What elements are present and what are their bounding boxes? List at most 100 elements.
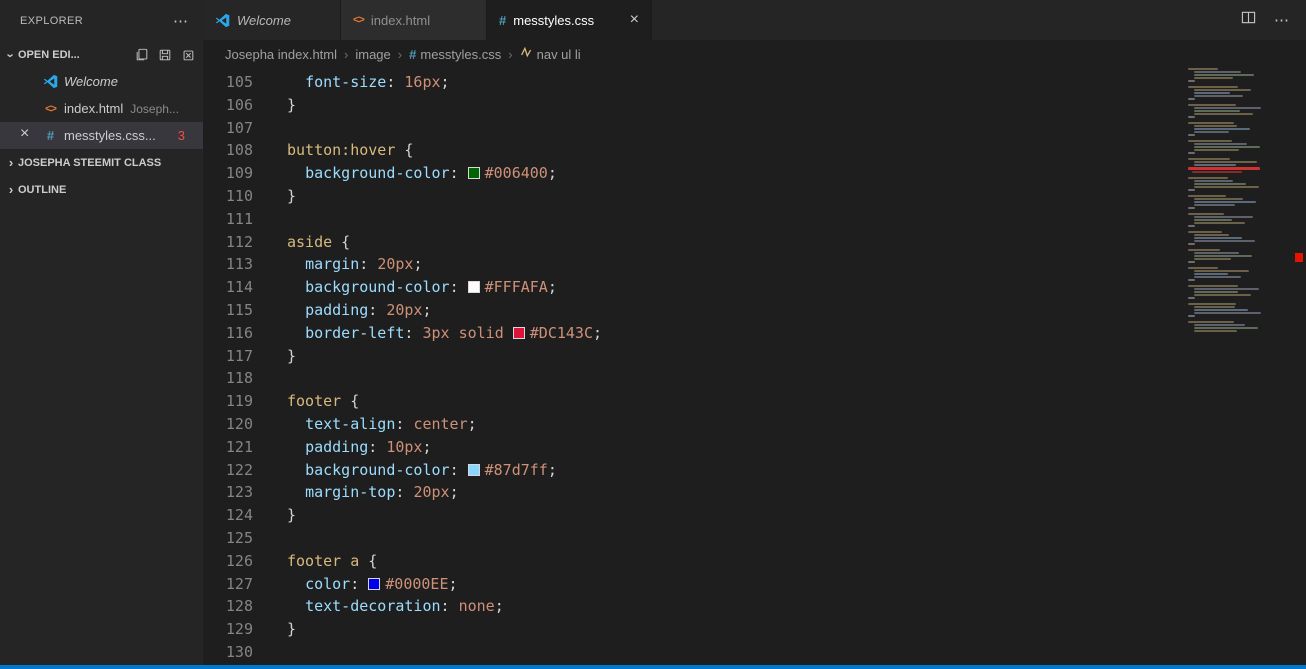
- line-number[interactable]: 105: [203, 71, 253, 94]
- code-line-114[interactable]: 114 background-color: #FFFAFA;: [203, 276, 1306, 299]
- code-text[interactable]: [253, 527, 287, 550]
- code-line-126[interactable]: 126 footer a {: [203, 550, 1306, 573]
- code-text[interactable]: }: [253, 345, 296, 368]
- breadcrumb-item-image[interactable]: image: [355, 47, 390, 62]
- code-text[interactable]: padding: 20px;: [253, 299, 431, 322]
- save-all-icon[interactable]: [158, 48, 172, 62]
- color-swatch[interactable]: [512, 326, 525, 339]
- breadcrumb-item-file[interactable]: # messtyles.css: [409, 47, 501, 62]
- line-number[interactable]: 116: [203, 322, 253, 345]
- more-actions-icon[interactable]: ⋯: [1274, 11, 1290, 29]
- code-line-119[interactable]: 119 footer {: [203, 390, 1306, 413]
- line-number[interactable]: 109: [203, 162, 253, 185]
- code-text[interactable]: padding: 10px;: [253, 436, 431, 459]
- line-number[interactable]: 115: [203, 299, 253, 322]
- code-text[interactable]: background-color: #87d7ff;: [253, 459, 557, 482]
- code-line-113[interactable]: 113 margin: 20px;: [203, 253, 1306, 276]
- minimap[interactable]: [1188, 68, 1262, 333]
- code-line-128[interactable]: 128 text-decoration: none;: [203, 595, 1306, 618]
- code-line-115[interactable]: 115 padding: 20px;: [203, 299, 1306, 322]
- code-line-120[interactable]: 120 text-align: center;: [203, 413, 1306, 436]
- sidebar-section-folder[interactable]: › JOSEPHA STEEMIT CLASS: [0, 149, 203, 176]
- code-editor[interactable]: 105 font-size: 16px; 106} 107 108 button:hov…: [203, 68, 1306, 665]
- code-line-127[interactable]: 127 color: #0000EE;: [203, 573, 1306, 596]
- new-untitled-file-icon[interactable]: [135, 48, 149, 62]
- code-text[interactable]: }: [253, 618, 296, 641]
- breadcrumb-item-folder[interactable]: Josepha index.html: [225, 47, 337, 62]
- line-number[interactable]: 113: [203, 253, 253, 276]
- line-number[interactable]: 111: [203, 208, 253, 231]
- line-number[interactable]: 112: [203, 231, 253, 254]
- explorer-more-actions-icon[interactable]: ⋯: [173, 12, 189, 30]
- tab-welcome[interactable]: Welcome: [203, 0, 341, 40]
- code-line-107[interactable]: 107: [203, 117, 1306, 140]
- line-number[interactable]: 118: [203, 367, 253, 390]
- code-text[interactable]: margin-top: 20px;: [253, 481, 459, 504]
- color-swatch[interactable]: [368, 577, 381, 590]
- code-text[interactable]: aside {: [253, 231, 350, 254]
- code-text[interactable]: button:hover {: [253, 139, 413, 162]
- close-all-editors-icon[interactable]: [181, 48, 195, 62]
- tab-messtyles-css-active[interactable]: # messtyles.css ×: [487, 0, 652, 40]
- open-editors-header[interactable]: › OPEN EDI...: [0, 42, 203, 68]
- line-number[interactable]: 110: [203, 185, 253, 208]
- overview-ruler-error-marker[interactable]: [1295, 253, 1303, 262]
- line-number[interactable]: 106: [203, 94, 253, 117]
- code-text[interactable]: text-align: center;: [253, 413, 477, 436]
- line-number[interactable]: 119: [203, 390, 253, 413]
- code-text[interactable]: font-size: 16px;: [253, 71, 450, 94]
- line-number[interactable]: 130: [203, 641, 253, 664]
- code-line-116[interactable]: 116 border-left: 3px solid #DC143C;: [203, 322, 1306, 345]
- code-text[interactable]: color: #0000EE;: [253, 573, 457, 596]
- code-text[interactable]: [253, 641, 287, 664]
- code-line-129[interactable]: 129}: [203, 618, 1306, 641]
- code-text[interactable]: [253, 117, 287, 140]
- line-number[interactable]: 127: [203, 573, 253, 596]
- sidebar-section-outline[interactable]: › OUTLINE: [0, 176, 203, 203]
- split-editor-icon[interactable]: [1241, 10, 1256, 30]
- code-text[interactable]: }: [253, 94, 296, 117]
- code-line-109[interactable]: 109 background-color: #006400;: [203, 162, 1306, 185]
- code-text[interactable]: text-decoration: none;: [253, 595, 504, 618]
- code-text[interactable]: [253, 208, 287, 231]
- line-number[interactable]: 124: [203, 504, 253, 527]
- code-line-124[interactable]: 124}: [203, 504, 1306, 527]
- code-text[interactable]: }: [253, 185, 296, 208]
- open-editor-item-messtyles-css[interactable]: × # messtyles.css... 3: [0, 122, 203, 149]
- code-text[interactable]: [253, 367, 287, 390]
- code-text[interactable]: border-left: 3px solid #DC143C;: [253, 322, 602, 345]
- line-number[interactable]: 129: [203, 618, 253, 641]
- tab-index-html[interactable]: <> index.html: [341, 0, 487, 40]
- open-editor-item-index-html[interactable]: <> index.html Joseph...: [0, 95, 203, 122]
- color-swatch[interactable]: [467, 167, 480, 180]
- code-line-125[interactable]: 125: [203, 527, 1306, 550]
- line-number[interactable]: 125: [203, 527, 253, 550]
- open-editor-item-welcome[interactable]: Welcome: [0, 68, 203, 95]
- code-text[interactable]: background-color: #FFFAFA;: [253, 276, 557, 299]
- line-number[interactable]: 126: [203, 550, 253, 573]
- breadcrumb-item-symbol[interactable]: nav ul li: [520, 46, 581, 62]
- code-text[interactable]: footer a {: [253, 550, 377, 573]
- code-text[interactable]: background-color: #006400;: [253, 162, 557, 185]
- code-line-105[interactable]: 105 font-size: 16px;: [203, 71, 1306, 94]
- line-number[interactable]: 117: [203, 345, 253, 368]
- line-number[interactable]: 122: [203, 459, 253, 482]
- code-line-106[interactable]: 106}: [203, 94, 1306, 117]
- code-line-122[interactable]: 122 background-color: #87d7ff;: [203, 459, 1306, 482]
- line-number[interactable]: 123: [203, 481, 253, 504]
- code-line-117[interactable]: 117}: [203, 345, 1306, 368]
- line-number[interactable]: 107: [203, 117, 253, 140]
- code-line-130[interactable]: 130: [203, 641, 1306, 664]
- color-swatch[interactable]: [467, 281, 480, 294]
- code-text[interactable]: footer {: [253, 390, 359, 413]
- code-line-123[interactable]: 123 margin-top: 20px;: [203, 481, 1306, 504]
- line-number[interactable]: 120: [203, 413, 253, 436]
- close-icon[interactable]: ×: [630, 11, 639, 29]
- code-line-112[interactable]: 112 aside {: [203, 231, 1306, 254]
- code-text[interactable]: }: [253, 504, 296, 527]
- line-number[interactable]: 121: [203, 436, 253, 459]
- code-line-121[interactable]: 121 padding: 10px;: [203, 436, 1306, 459]
- code-line-111[interactable]: 111: [203, 208, 1306, 231]
- code-line-118[interactable]: 118: [203, 367, 1306, 390]
- close-icon[interactable]: ×: [20, 125, 29, 143]
